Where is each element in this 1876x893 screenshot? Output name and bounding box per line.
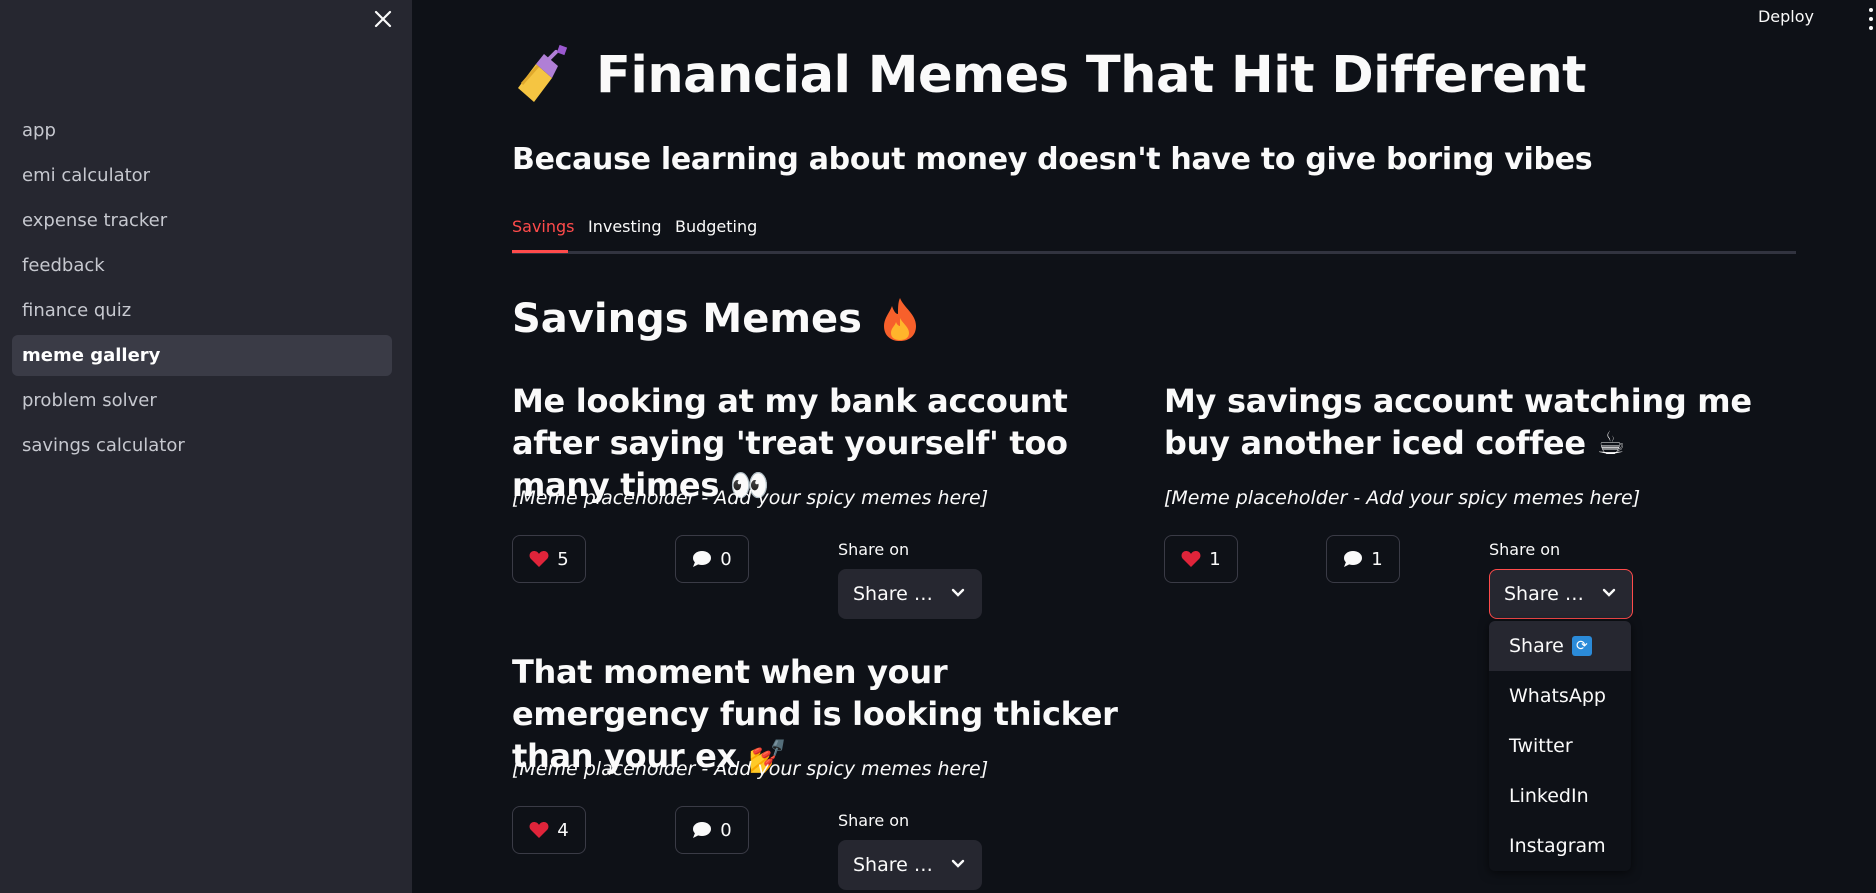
share-option-share[interactable]: Share ⟳	[1489, 621, 1631, 671]
tab-bar: Savings Investing Budgeting	[512, 212, 1796, 254]
recycle-icon: ⟳	[1571, 636, 1592, 656]
sidebar-item-label: savings calculator	[22, 435, 185, 456]
share-label: Share on	[838, 540, 910, 559]
like-count: 5	[557, 548, 569, 570]
speech-bubble-icon	[693, 822, 712, 838]
page-subtitle: Because learning about money doesn't hav…	[512, 142, 1593, 177]
option-label: Twitter	[1509, 735, 1573, 757]
heart-icon	[1181, 551, 1201, 567]
sidebar-item-label: emi calculator	[22, 165, 151, 186]
share-dropdown-menu: Share ⟳ WhatsApp Twitter LinkedIn Instag…	[1489, 621, 1631, 871]
section-title: Savings Memes	[512, 296, 920, 342]
speech-bubble-icon	[693, 551, 712, 567]
sidebar: app emi calculator expense tracker feedb…	[0, 0, 412, 893]
comment-count: 0	[720, 819, 732, 841]
chevron-down-icon	[951, 859, 965, 868]
page-title-text: Financial Memes That Hit Different	[596, 45, 1587, 105]
like-count: 4	[557, 819, 569, 841]
meme-placeholder: [Meme placeholder - Add your spicy memes…	[1164, 487, 1641, 509]
tab-budgeting[interactable]: Budgeting	[675, 217, 757, 236]
meme-placeholder: [Meme placeholder - Add your spicy memes…	[512, 487, 989, 509]
chevron-down-icon	[951, 588, 965, 597]
option-label: Instagram	[1509, 835, 1606, 857]
sidebar-item-problem-solver[interactable]: problem solver	[12, 380, 392, 421]
share-option-twitter[interactable]: Twitter	[1489, 721, 1631, 771]
share-select-value: Share …	[853, 854, 933, 876]
option-label: WhatsApp	[1509, 685, 1606, 707]
heart-icon	[529, 822, 549, 838]
sidebar-nav: app emi calculator expense tracker feedb…	[12, 110, 392, 470]
like-count: 1	[1209, 548, 1221, 570]
sidebar-item-label: finance quiz	[22, 300, 132, 321]
sidebar-item-label: app	[22, 120, 56, 141]
heart-icon	[529, 551, 549, 567]
sidebar-item-label: problem solver	[22, 390, 157, 411]
deploy-button[interactable]: Deploy	[1758, 7, 1814, 26]
close-sidebar-button[interactable]	[370, 6, 396, 32]
sidebar-item-meme-gallery[interactable]: meme gallery	[12, 335, 392, 376]
close-icon	[374, 10, 392, 28]
tab-investing[interactable]: Investing	[588, 217, 662, 236]
sidebar-item-label: feedback	[22, 255, 105, 276]
fire-icon	[880, 296, 920, 342]
page-title: Financial Memes That Hit Different	[512, 44, 1587, 106]
share-select[interactable]: Share …	[838, 569, 982, 619]
sidebar-item-finance-quiz[interactable]: finance quiz	[12, 290, 392, 331]
share-select[interactable]: Share …	[1489, 569, 1633, 619]
more-vert-icon[interactable]	[1866, 8, 1876, 30]
option-label: LinkedIn	[1509, 785, 1589, 807]
share-option-instagram[interactable]: Instagram	[1489, 821, 1631, 871]
like-button[interactable]: 5	[512, 535, 586, 583]
share-select[interactable]: Share …	[838, 840, 982, 890]
share-select-value: Share …	[1504, 583, 1584, 605]
sidebar-item-expense-tracker[interactable]: expense tracker	[12, 200, 392, 241]
sidebar-item-label: meme gallery	[22, 345, 161, 366]
comment-button[interactable]: 0	[675, 806, 749, 854]
comment-button[interactable]: 1	[1326, 535, 1400, 583]
option-label: Share	[1509, 635, 1564, 657]
tab-savings[interactable]: Savings	[512, 217, 575, 236]
sidebar-item-app[interactable]: app	[12, 110, 392, 151]
speech-bubble-icon	[1344, 551, 1363, 567]
meme-placeholder: [Meme placeholder - Add your spicy memes…	[512, 758, 989, 780]
meme-title: My savings account watching me buy anoth…	[1164, 382, 1752, 462]
comment-count: 1	[1371, 548, 1383, 570]
share-label: Share on	[1489, 540, 1561, 559]
sidebar-item-feedback[interactable]: feedback	[12, 245, 392, 286]
like-button[interactable]: 4	[512, 806, 586, 854]
share-option-linkedin[interactable]: LinkedIn	[1489, 771, 1631, 821]
sidebar-item-savings-calculator[interactable]: savings calculator	[12, 425, 392, 466]
share-label: Share on	[838, 811, 910, 830]
comment-button[interactable]: 0	[675, 535, 749, 583]
share-select-value: Share …	[853, 583, 933, 605]
nail-polish-icon	[512, 44, 574, 106]
chevron-down-icon	[1602, 588, 1616, 597]
like-button[interactable]: 1	[1164, 535, 1238, 583]
section-title-text: Savings Memes	[512, 296, 862, 342]
active-tab-indicator	[512, 250, 568, 253]
sidebar-item-emi-calculator[interactable]: emi calculator	[12, 155, 392, 196]
sidebar-item-label: expense tracker	[22, 210, 168, 231]
share-option-whatsapp[interactable]: WhatsApp	[1489, 671, 1631, 721]
comment-count: 0	[720, 548, 732, 570]
